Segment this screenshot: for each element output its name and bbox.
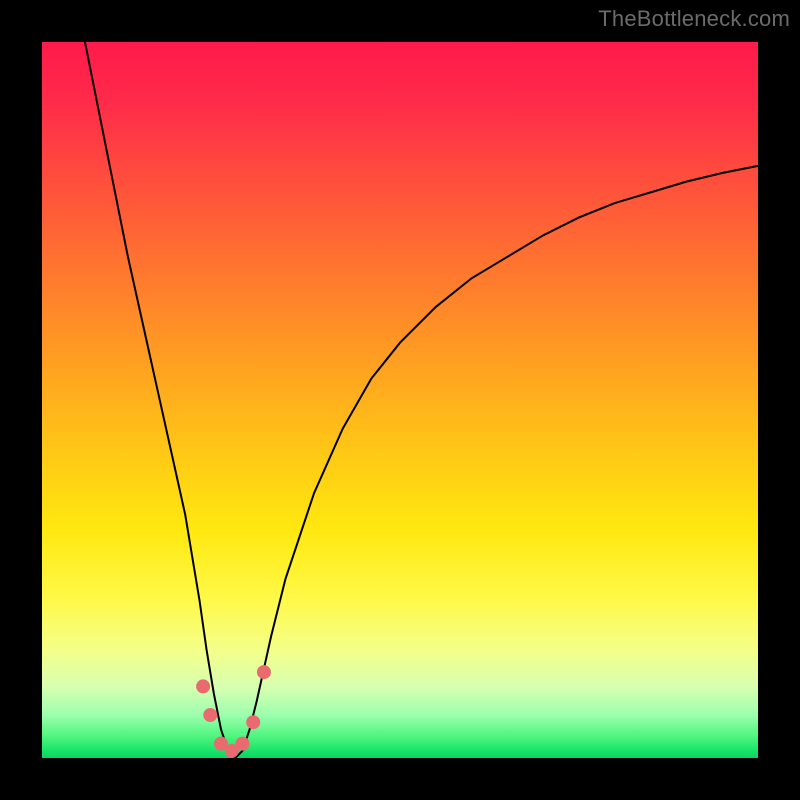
curve-markers [196, 665, 271, 758]
chart-frame: TheBottleneck.com [0, 0, 800, 800]
curve-marker [235, 737, 249, 751]
curve-marker [257, 665, 271, 679]
watermark-text: TheBottleneck.com [598, 6, 790, 32]
curve-layer [42, 42, 758, 758]
plot-area [42, 42, 758, 758]
bottleneck-curve [85, 42, 758, 758]
curve-marker [246, 715, 260, 729]
curve-marker [196, 679, 210, 693]
curve-marker [203, 708, 217, 722]
